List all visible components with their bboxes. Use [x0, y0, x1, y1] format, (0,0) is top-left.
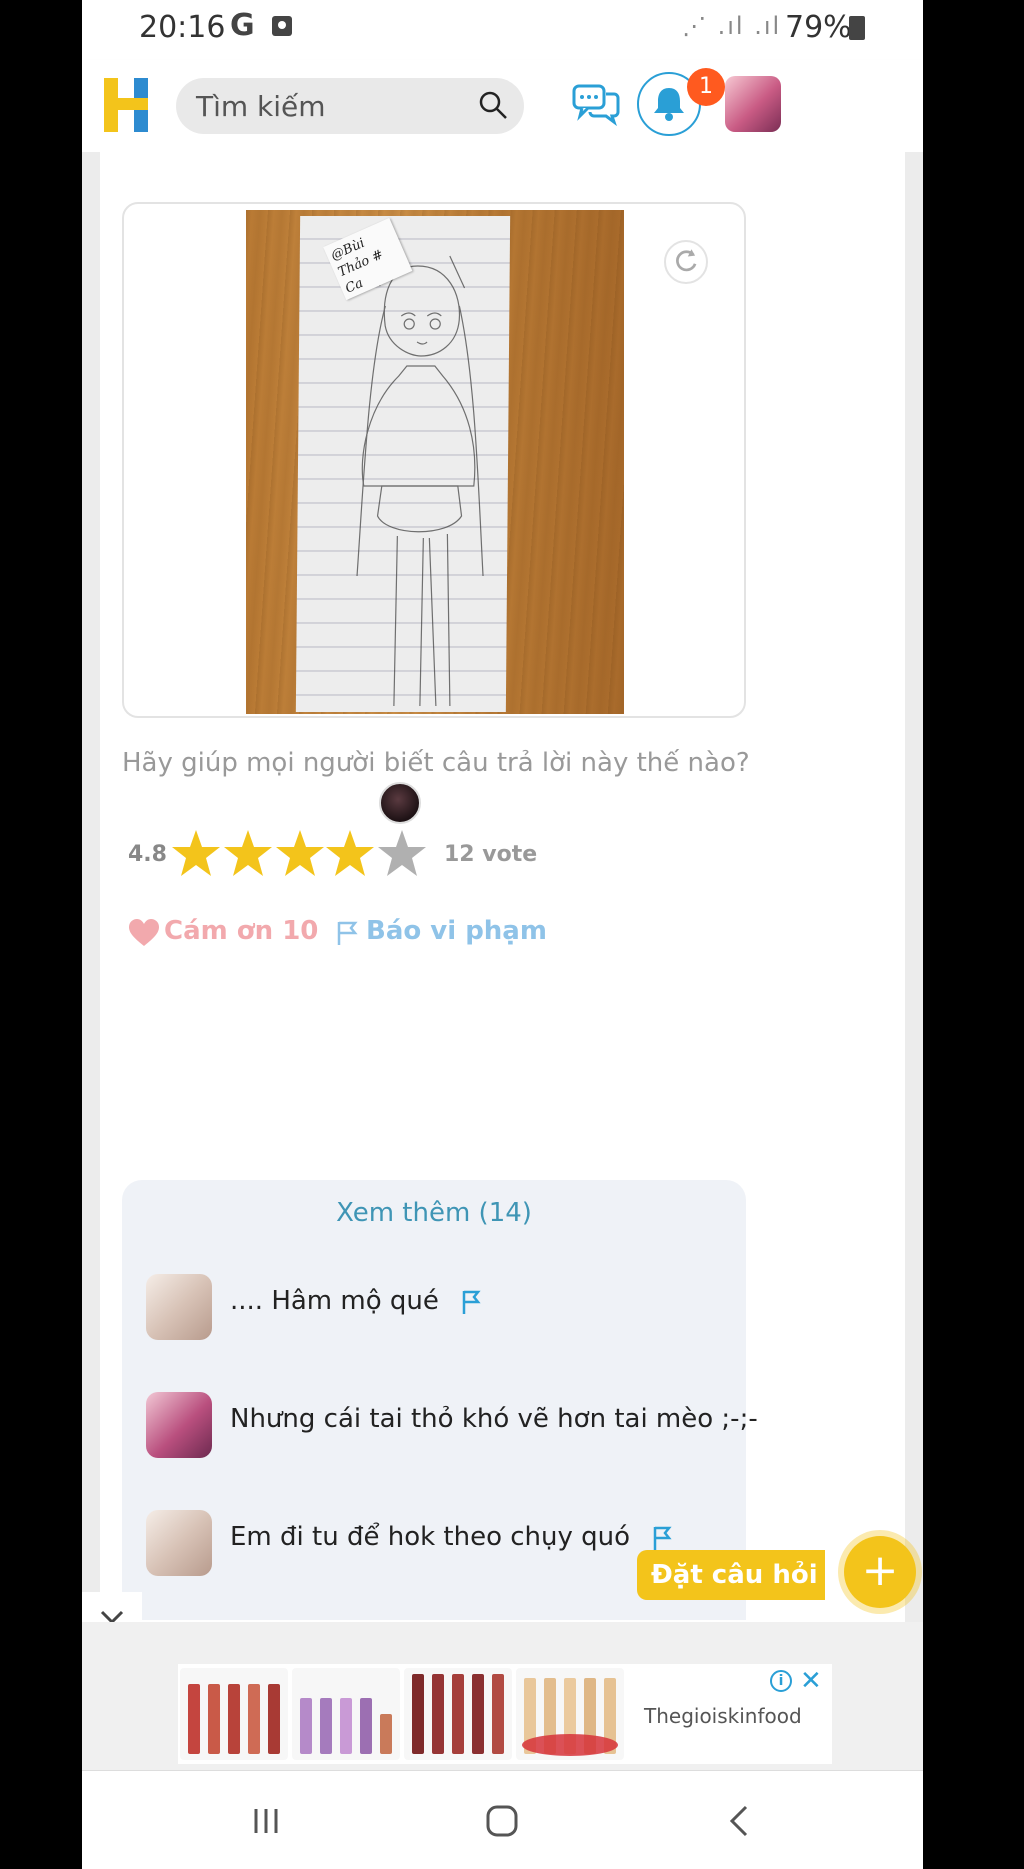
see-more-link[interactable]: Xem thêm (14) [122, 1198, 746, 1228]
star-icon-5[interactable] [376, 828, 428, 880]
screenshot-icon [272, 16, 292, 36]
google-icon: G [230, 8, 255, 43]
comment-text: .... Hâm mộ qué [230, 1286, 439, 1316]
flag-icon[interactable] [461, 1289, 481, 1315]
flag-icon[interactable] [336, 920, 358, 946]
signal-icon: ⋰ .ıl .ıl [682, 12, 782, 40]
notification-badge: 1 [687, 68, 725, 106]
search-bar[interactable]: Tìm kiếm [176, 78, 524, 134]
star-icon-3[interactable] [274, 828, 326, 880]
rotate-icon[interactable] [664, 240, 708, 284]
commenter-avatar[interactable] [146, 1274, 212, 1340]
answer-image-card: @Bùi Thảo # Ca [122, 202, 746, 718]
star-icon-4[interactable] [324, 828, 376, 880]
thanks-button[interactable]: Cám ơn 10 [164, 916, 318, 946]
comment-item: Nhưng cái tai thỏ khó vẽ hơn tai mèo ;-;… [146, 1392, 758, 1462]
left-gutter [82, 152, 100, 1622]
ad-info-icon[interactable]: i [770, 1670, 792, 1692]
heart-icon[interactable] [128, 918, 160, 948]
ad-product-image [516, 1668, 624, 1760]
rating-prompt: Hãy giúp mọi người biết câu trả lời này … [122, 748, 750, 778]
comment-text: Em đi tu để hok theo chụy quó [230, 1522, 631, 1552]
home-icon[interactable] [472, 1801, 532, 1841]
report-button[interactable]: Báo vi phạm [366, 916, 547, 946]
back-icon[interactable] [710, 1801, 770, 1841]
chat-icon[interactable] [572, 82, 620, 126]
flag-icon[interactable] [652, 1525, 672, 1551]
comment-item: .... Hâm mộ qué [146, 1274, 746, 1344]
right-gutter [905, 152, 923, 1622]
commenter-avatar[interactable] [146, 1510, 212, 1576]
star-icon-2[interactable] [222, 828, 274, 880]
comment-text: Nhưng cái tai thỏ khó vẽ hơn tai mèo ;-;… [230, 1404, 758, 1434]
status-time: 20:16 [139, 10, 226, 45]
sketch-paper: @Bùi Thảo # Ca [295, 216, 511, 712]
app-header: Tìm kiếm 1 [82, 60, 923, 152]
answer-photo[interactable]: @Bùi Thảo # Ca [246, 210, 624, 714]
search-icon[interactable] [478, 90, 508, 120]
phone-screen: 20:16 G ⋰ .ıl .ıl 79% Tìm kiếm 1 @Bùi Th… [82, 0, 923, 1869]
ad-product-image [404, 1668, 512, 1760]
status-bar: 20:16 G ⋰ .ıl .ıl 79% [82, 0, 923, 60]
recent-apps-icon[interactable] [236, 1801, 296, 1841]
rating-value: 4.8 [128, 842, 167, 867]
ad-banner-area: Thegioiskinfood i ✕ [82, 1622, 923, 1770]
plus-icon[interactable]: + [844, 1536, 916, 1608]
ask-question-button[interactable]: Đặt câu hỏi [637, 1550, 825, 1600]
battery-icon [849, 16, 865, 40]
vote-count: 12 vote [444, 842, 538, 867]
ad-product-image [180, 1668, 288, 1760]
user-avatar[interactable] [725, 76, 781, 132]
system-nav-bar [82, 1770, 923, 1869]
star-icon-1[interactable] [170, 828, 222, 880]
voter-avatar [379, 782, 421, 824]
search-input[interactable]: Tìm kiếm [196, 90, 326, 123]
answer-actions: Cám ơn 10 Báo vi phạm [128, 914, 728, 954]
ad-banner[interactable]: Thegioiskinfood i ✕ [178, 1664, 832, 1764]
battery-level: 79% [785, 10, 852, 45]
ad-close-icon[interactable]: ✕ [800, 1666, 822, 1696]
ad-product-image [292, 1668, 400, 1760]
hoc24-logo[interactable] [104, 78, 150, 132]
anime-sketch-drawing [356, 255, 484, 707]
commenter-avatar[interactable] [146, 1392, 212, 1458]
rating-row: 4.8 12 vote [128, 828, 728, 880]
ad-advertiser-name[interactable]: Thegioiskinfood [644, 1704, 802, 1728]
